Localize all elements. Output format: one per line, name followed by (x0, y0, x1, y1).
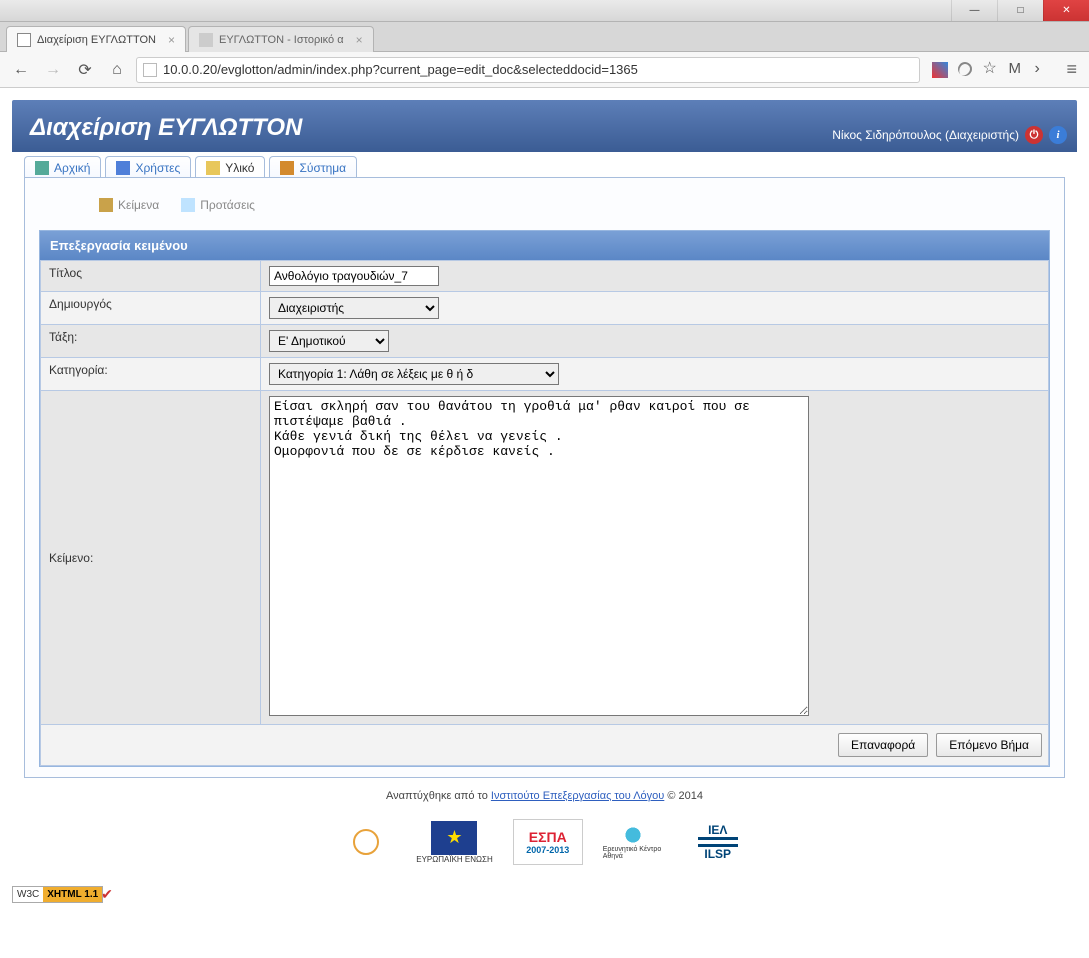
tab-material[interactable]: Υλικό (195, 156, 265, 177)
footer-pre: Αναπτύχθηκε από το (386, 790, 491, 802)
logo-espa-years: 2007-2013 (526, 845, 569, 855)
favicon-icon (199, 33, 213, 47)
footer: Αναπτύχθηκε από το Ινστιτούτο Επεξεργασί… (12, 778, 1077, 810)
extension-area: ☆ M › (926, 62, 1056, 78)
gmail-icon[interactable]: M (1008, 62, 1024, 78)
forward-button[interactable]: → (40, 57, 66, 83)
form-table: Τίτλος Δημιουργός Διαχειριστής Τάξη: (40, 260, 1049, 725)
book-icon (99, 198, 113, 212)
creator-select[interactable]: Διαχειριστής (269, 297, 439, 319)
logo-athena: Ερευνητικό Κέντρο Αθηνά (603, 819, 663, 865)
browser-tab[interactable]: ΕΥΓΛΩΤΤΟΝ - Ιστορικό α × (188, 26, 374, 52)
label-class: Τάξη: (41, 325, 261, 358)
subnav-sentences[interactable]: Προτάσεις (181, 198, 255, 212)
subnav-label: Κείμενα (118, 198, 159, 212)
next-step-button[interactable]: Επόμενο Βήμα (936, 733, 1042, 757)
info-icon[interactable]: i (1049, 126, 1067, 144)
window-maximize[interactable]: □ (997, 0, 1043, 21)
users-icon (116, 161, 130, 175)
logo-iel-ilsp: ΙΕΛ ILSP (683, 819, 753, 865)
logo-eu: ★ ΕΥΡΩΠΑΪΚΗ ΕΝΩΣΗ (416, 816, 492, 868)
w3c-left: W3C (13, 887, 43, 902)
logo-eu-label: ΕΥΡΩΠΑΪΚΗ ΕΝΩΣΗ (416, 855, 492, 864)
main-panel: Κείμενα Προτάσεις Επεξεργασία κειμένου Τ… (24, 177, 1065, 778)
home-button[interactable]: ⌂ (104, 57, 130, 83)
close-tab-icon[interactable]: × (356, 33, 363, 47)
page-header: Διαχείριση ΕΥΓΛΩΤΤΟΝ Νίκος Σιδηρόπουλος … (12, 100, 1077, 152)
logo-digital-greece (336, 819, 396, 865)
url-text: 10.0.0.20/evglotton/admin/index.php?curr… (163, 62, 913, 77)
gear-icon (280, 161, 294, 175)
back-button[interactable]: ← (8, 57, 34, 83)
extension-reload-icon[interactable] (956, 59, 975, 78)
footer-post: © 2014 (667, 790, 703, 802)
favicon-icon (17, 33, 31, 47)
label-text: Κείμενο: (41, 391, 261, 725)
logo-espa-text: ΕΣΠΑ (529, 829, 567, 845)
browser-menu-button[interactable]: ≡ (1062, 59, 1081, 80)
w3c-badge-area: W3C XHTML 1.1 ✔ (0, 886, 1089, 911)
logo-iel-top: ΙΕΛ (708, 823, 727, 837)
reset-button[interactable]: Επαναφορά (838, 733, 928, 757)
tab-label: Χρήστες (135, 161, 180, 175)
tab-label: Σύστημα (299, 161, 346, 175)
sponsor-logos: ★ ΕΥΡΩΠΑΪΚΗ ΕΝΩΣΗ ΕΣΠΑ 2007-2013 Ερευνητ… (12, 810, 1077, 882)
tab-label: Υλικό (225, 161, 254, 175)
address-bar[interactable]: 10.0.0.20/evglotton/admin/index.php?curr… (136, 57, 920, 83)
box-title: Επεξεργασία κειμένου (40, 231, 1049, 260)
label-creator: Δημιουργός (41, 292, 261, 325)
label-title: Τίτλος (41, 261, 261, 292)
window-minimize[interactable]: — (951, 0, 997, 21)
w3c-right: XHTML 1.1 (43, 887, 102, 902)
bookmark-star-icon[interactable]: ☆ (982, 62, 998, 78)
logout-icon[interactable]: ⏻ (1025, 126, 1043, 144)
window-close[interactable]: ✕ (1043, 0, 1089, 21)
page-icon (143, 63, 157, 77)
footer-link[interactable]: Ινστιτούτο Επεξεργασίας του Λόγου (491, 790, 664, 802)
button-row: Επαναφορά Επόμενο Βήμα (40, 725, 1049, 766)
checkmark-icon: ✔ (101, 886, 113, 903)
user-box: Νίκος Σιδηρόπουλος (Διαχειριστής) ⏻ i (832, 126, 1067, 144)
main-tabs: Αρχική Χρήστες Υλικό Σύστημα (12, 152, 1077, 177)
tab-label: Αρχική (54, 161, 90, 175)
window-titlebar: — □ ✕ (0, 0, 1089, 22)
browser-tab-label: Διαχείριση ΕΥΓΛΩΤΤΟΝ (37, 34, 156, 46)
subnav-texts[interactable]: Κείμενα (99, 198, 159, 212)
tab-users[interactable]: Χρήστες (105, 156, 191, 177)
browser-toolbar: ← → ⟳ ⌂ 10.0.0.20/evglotton/admin/index.… (0, 52, 1089, 88)
browser-tabstrip: Διαχείριση ΕΥΓΛΩΤΤΟΝ × ΕΥΓΛΩΤΤΟΝ - Ιστορ… (0, 22, 1089, 52)
subnav-label: Προτάσεις (200, 198, 255, 212)
close-tab-icon[interactable]: × (168, 33, 175, 47)
note-icon (181, 198, 195, 212)
sub-nav: Κείμενα Προτάσεις (39, 194, 1050, 230)
logo-espa: ΕΣΠΑ 2007-2013 (513, 819, 583, 865)
reload-button[interactable]: ⟳ (72, 57, 98, 83)
browser-tab-active[interactable]: Διαχείριση ΕΥΓΛΩΤΤΟΝ × (6, 26, 186, 52)
browser-tab-label: ΕΥΓΛΩΤΤΟΝ - Ιστορικό α (219, 34, 344, 46)
logo-iel-bot: ILSP (704, 847, 731, 861)
category-select[interactable]: Κατηγορία 1: Λάθη σε λέξεις με θ ή δ (269, 363, 559, 385)
text-textarea[interactable] (269, 396, 809, 716)
tab-home[interactable]: Αρχική (24, 156, 101, 177)
tab-system[interactable]: Σύστημα (269, 156, 357, 177)
title-input[interactable] (269, 266, 439, 286)
edit-text-box: Επεξεργασία κειμένου Τίτλος Δημιουργός Δ… (39, 230, 1050, 767)
w3c-badge[interactable]: W3C XHTML 1.1 ✔ (12, 886, 113, 903)
user-name: Νίκος Σιδηρόπουλος (Διαχειριστής) (832, 128, 1019, 142)
chevron-right-icon[interactable]: › (1034, 62, 1050, 78)
extension-icon[interactable] (932, 62, 948, 78)
logo-athena-label: Ερευνητικό Κέντρο Αθηνά (603, 846, 663, 860)
label-category: Κατηγορία: (41, 358, 261, 391)
folder-icon (206, 161, 220, 175)
class-select[interactable]: Ε' Δημοτικού (269, 330, 389, 352)
page-wrap: Διαχείριση ΕΥΓΛΩΤΤΟΝ Νίκος Σιδηρόπουλος … (0, 88, 1089, 886)
home-icon (35, 161, 49, 175)
